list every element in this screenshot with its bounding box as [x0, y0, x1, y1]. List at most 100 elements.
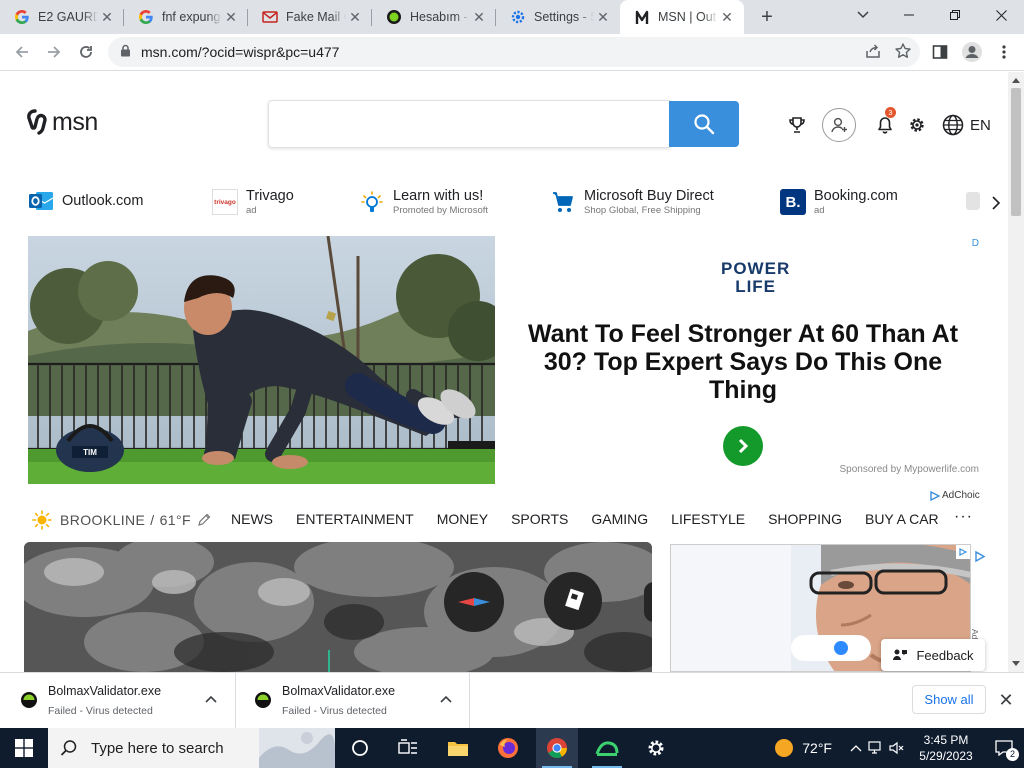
network-icon[interactable]: [866, 741, 886, 755]
search-highlight-image: [259, 728, 335, 768]
new-tab-button[interactable]: +: [752, 0, 782, 34]
nav-buy-a-car[interactable]: BUY A CAR: [865, 511, 939, 527]
nav-entertainment[interactable]: ENTERTAINMENT: [296, 511, 414, 527]
taskbar-search-box[interactable]: Type here to search: [48, 728, 335, 768]
browser-menu-icon[interactable]: [992, 37, 1016, 67]
scroll-down-arrow-icon[interactable]: [1012, 661, 1020, 666]
more-options-icon[interactable]: ···: [954, 508, 973, 526]
nav-sports[interactable]: SPORTS: [511, 511, 568, 527]
file-explorer-icon[interactable]: [438, 728, 478, 768]
download-filename: BolmaxValidator.exe: [282, 684, 396, 698]
reload-icon[interactable]: [70, 36, 102, 68]
nav-shopping[interactable]: SHOPPING: [768, 511, 842, 527]
map-side-control[interactable]: [644, 582, 652, 622]
tab-fnf-expunge[interactable]: fnf expunge ✕: [124, 0, 248, 34]
close-tab-icon[interactable]: ✕: [222, 8, 240, 26]
action-center-icon[interactable]: 2: [984, 740, 1024, 761]
nav-money[interactable]: MONEY: [437, 511, 488, 527]
minimize-icon[interactable]: [886, 0, 932, 30]
nav-gaming[interactable]: GAMING: [591, 511, 648, 527]
settings-taskbar-icon[interactable]: [636, 728, 676, 768]
lock-icon[interactable]: [120, 44, 131, 60]
compass-button[interactable]: [444, 572, 504, 632]
tab-msn[interactable]: MSN | Out ✕: [620, 0, 744, 34]
edit-pencil-icon[interactable]: [197, 513, 211, 527]
forward-arrow-icon[interactable]: [38, 36, 70, 68]
weather-widget[interactable]: BROOKLINE / 61°F: [32, 510, 211, 530]
ad-corner-mark[interactable]: D: [972, 238, 979, 249]
ad-headline[interactable]: Want To Feel Stronger At 60 Than At 30? …: [513, 320, 973, 404]
chrome-taskbar-icon[interactable]: [536, 728, 578, 768]
scroll-up-arrow-icon[interactable]: [1012, 78, 1020, 83]
share-icon[interactable]: [864, 42, 882, 63]
close-shelf-icon[interactable]: ✕: [996, 690, 1016, 710]
shopping-cart-icon: [550, 189, 576, 215]
hero-ad-banner[interactable]: TIM POWER LIFE Want To Feel Stronger At …: [28, 236, 979, 484]
url-text: msn.com/?ocid=wispr&pc=u477: [141, 44, 340, 60]
green-circle-icon: [386, 9, 402, 25]
notifications-bell-icon[interactable]: 3: [874, 107, 896, 134]
quick-link-learn[interactable]: Learn with us! Promoted by Microsoft: [359, 188, 488, 216]
quick-link-name: Booking.com: [814, 188, 898, 204]
map-layers-button[interactable]: [544, 572, 602, 630]
side-ad-choices-icon[interactable]: [956, 545, 970, 559]
rewards-trophy-icon[interactable]: [784, 116, 810, 134]
ad-sponsor-text[interactable]: Sponsored by Mypowerlife.com: [839, 464, 979, 475]
settings-gear-icon[interactable]: [906, 116, 928, 134]
back-arrow-icon[interactable]: [6, 36, 38, 68]
scrollbar-thumb[interactable]: [1011, 88, 1021, 216]
quick-link-trivago[interactable]: trivago Trivago ad: [212, 188, 294, 216]
nav-news[interactable]: NEWS: [231, 511, 273, 527]
close-tab-icon[interactable]: ✕: [718, 8, 736, 26]
tab-settings[interactable]: Settings - S ✕: [496, 0, 620, 34]
address-bar[interactable]: msn.com/?ocid=wispr&pc=u477: [108, 37, 920, 67]
restore-icon[interactable]: [932, 0, 978, 30]
tab-fake-mail[interactable]: Fake Mail G ✕: [248, 0, 372, 34]
firefox-icon[interactable]: [488, 728, 528, 768]
account-sign-in-icon[interactable]: [822, 108, 856, 142]
close-tab-icon[interactable]: ✕: [346, 8, 364, 26]
ad-go-button[interactable]: [723, 426, 763, 466]
bookmark-star-icon[interactable]: [894, 42, 912, 63]
msn-logo[interactable]: msn: [26, 108, 98, 137]
quick-links-next-chevron-icon[interactable]: [984, 190, 1008, 216]
quick-link-microsoft-buy[interactable]: Microsoft Buy Direct Shop Global, Free S…: [550, 188, 714, 216]
taskbar-clock[interactable]: 3:45 PM 5/29/2023: [908, 732, 984, 764]
windows-start-icon[interactable]: [0, 728, 48, 768]
quick-link-booking[interactable]: B. Booking.com ad: [780, 188, 898, 216]
language-selector[interactable]: EN: [942, 114, 991, 136]
weather-map-card[interactable]: [24, 542, 652, 672]
tab-e2-gaurdi[interactable]: E2 GAURDI ✕: [0, 0, 124, 34]
page-scrollbar[interactable]: [1008, 72, 1024, 672]
adchoices-link[interactable]: AdChoic: [930, 490, 980, 501]
download-item[interactable]: BolmaxValidator.exe Failed - Virus detec…: [236, 673, 470, 729]
download-item[interactable]: BolmaxValidator.exe Failed - Virus detec…: [0, 673, 236, 729]
nav-lifestyle[interactable]: LIFESTYLE: [671, 511, 745, 527]
tab-search-chevron-icon[interactable]: [850, 4, 876, 26]
tray-chevron-up-icon[interactable]: [846, 744, 866, 752]
volume-muted-icon[interactable]: [886, 741, 908, 755]
weather-tray-widget[interactable]: 72°F: [774, 738, 832, 758]
chevron-up-icon[interactable]: [204, 693, 218, 707]
cortana-icon[interactable]: [340, 728, 380, 768]
tab-title: E2 GAURDI: [38, 10, 98, 24]
profile-avatar-icon[interactable]: [960, 37, 984, 67]
side-panel-icon[interactable]: [928, 37, 952, 67]
web-search-input[interactable]: [268, 100, 670, 148]
powerlife-logo-line1: POWER: [721, 259, 791, 278]
close-tab-icon[interactable]: ✕: [98, 8, 116, 26]
close-window-icon[interactable]: [978, 0, 1024, 30]
close-tab-icon[interactable]: ✕: [594, 8, 612, 26]
feedback-button[interactable]: Feedback: [881, 639, 985, 671]
green-app-icon[interactable]: [586, 728, 628, 768]
quick-link-outlook[interactable]: Outlook.com: [28, 188, 143, 214]
weather-location: BROOKLINE: [60, 512, 146, 528]
tab-hesabim[interactable]: Hesabım - ✕: [372, 0, 496, 34]
show-all-downloads-button[interactable]: Show all: [912, 685, 986, 714]
side-adchoices-link[interactable]: AdChoices: [970, 550, 987, 670]
task-view-icon[interactable]: [388, 728, 428, 768]
feedback-label: Feedback: [916, 647, 974, 663]
search-button[interactable]: [669, 101, 739, 147]
chevron-up-icon[interactable]: [439, 693, 453, 707]
close-tab-icon[interactable]: ✕: [470, 8, 488, 26]
